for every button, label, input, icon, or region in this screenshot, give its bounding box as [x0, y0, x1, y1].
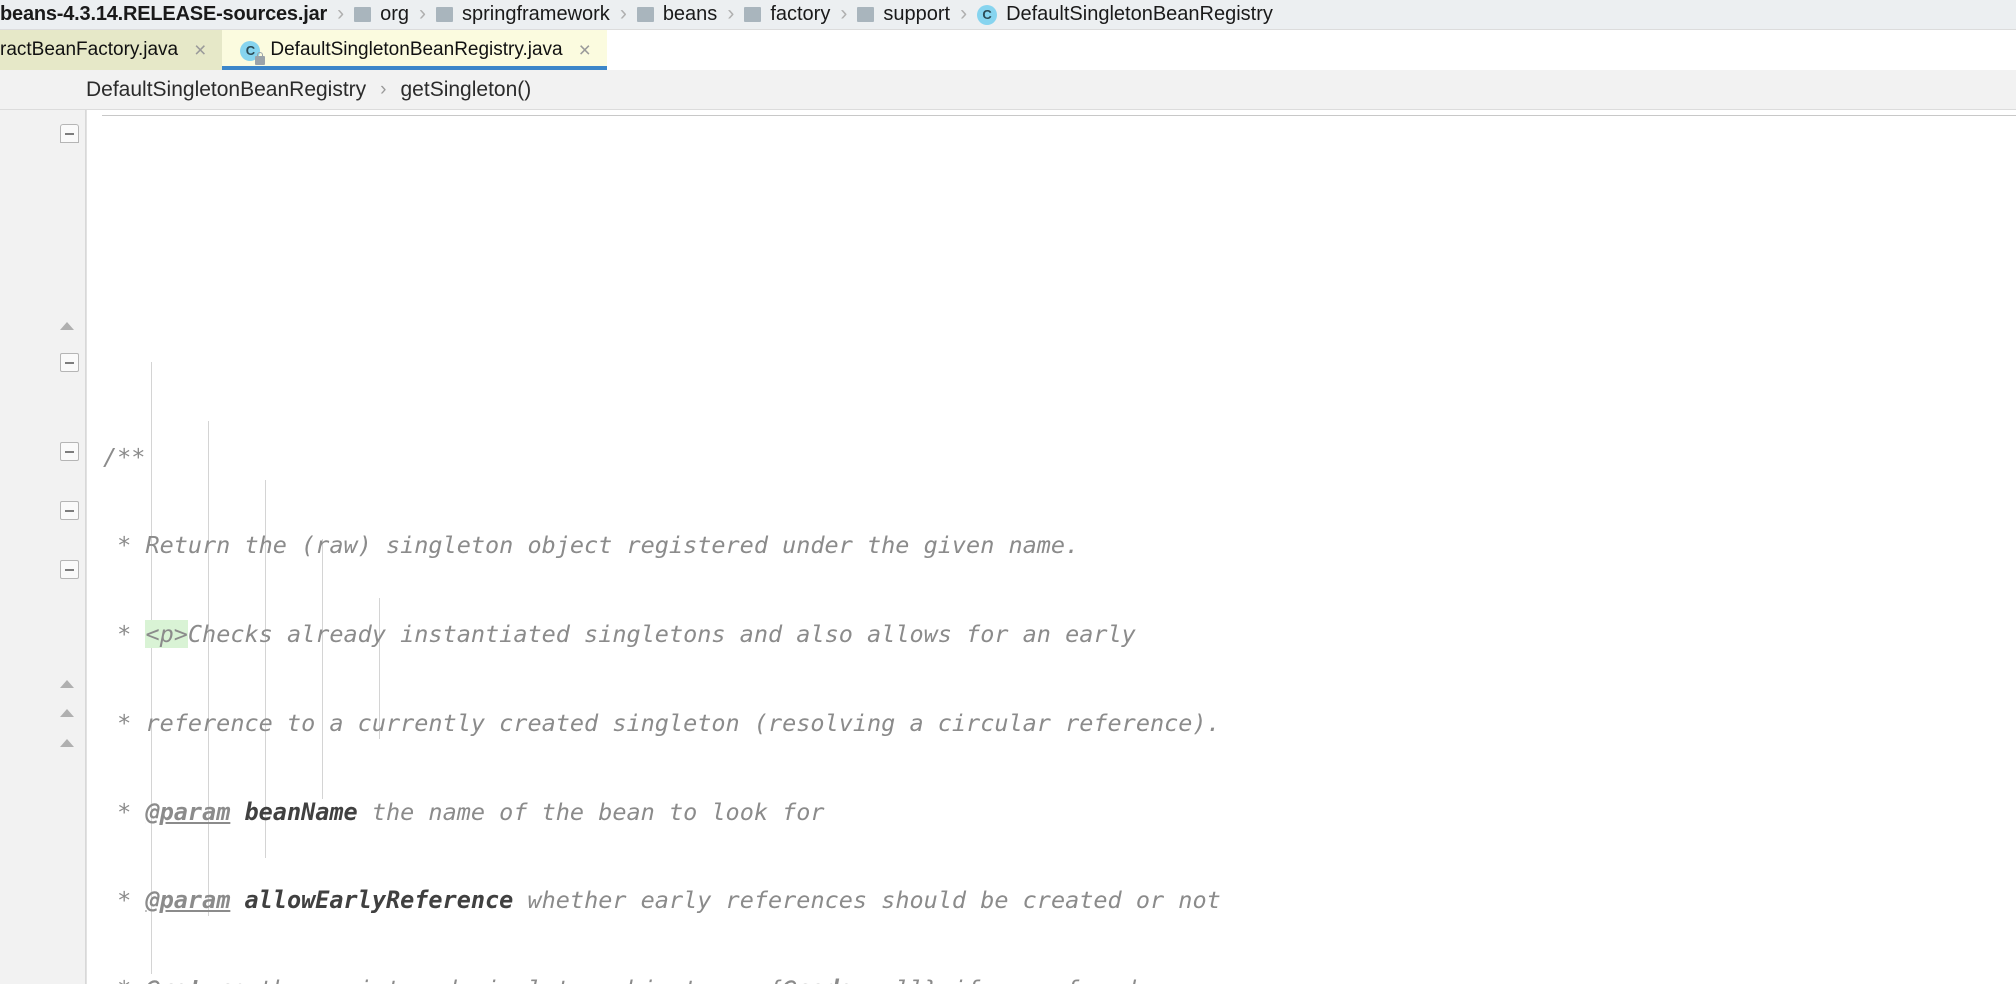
breadcrumb-item-jar[interactable]: beans-4.3.14.RELEASE-sources.jar — [0, 0, 329, 30]
close-icon[interactable]: × — [579, 40, 591, 61]
fold-marker-javadoc[interactable] — [60, 124, 79, 143]
code-line[interactable]: * Return the (raw) singleton object regi… — [86, 531, 2016, 561]
code-line[interactable]: * @return the registered singleton objec… — [86, 975, 2016, 984]
java-class-file-icon: C — [240, 39, 266, 65]
fold-end-synchronized[interactable] — [60, 709, 77, 723]
fold-marker-method[interactable] — [60, 353, 79, 372]
breadcrumb-item-org[interactable]: org — [352, 0, 411, 30]
breadcrumb-separator: › — [960, 1, 968, 25]
package-icon — [744, 7, 762, 22]
breadcrumb-label: factory — [770, 3, 831, 25]
package-icon — [435, 7, 453, 22]
code-line[interactable]: * @param beanName the name of the bean t… — [86, 798, 2016, 828]
package-icon — [636, 7, 654, 22]
class-icon: C — [977, 4, 998, 25]
breadcrumb-separator: › — [727, 1, 735, 25]
fold-marker-inner-if[interactable] — [60, 560, 79, 579]
tab-label: DefaultSingletonBeanRegistry.java — [270, 39, 563, 60]
code-line[interactable]: * reference to a currently created singl… — [86, 709, 2016, 739]
code-line[interactable]: /** — [86, 443, 2016, 473]
breadcrumb-item-factory[interactable]: factory — [742, 0, 832, 30]
editor-gutter[interactable] — [0, 110, 87, 984]
breadcrumb-label: org — [380, 3, 409, 25]
code-editor[interactable]: /** * Return the (raw) singleton object … — [0, 110, 2016, 984]
indent-guide — [322, 539, 323, 799]
fold-end-if[interactable] — [60, 739, 77, 753]
breadcrumb-item-support[interactable]: support — [855, 0, 952, 30]
fold-marker-synchronized[interactable] — [60, 501, 79, 520]
breadcrumb-label: springframework — [461, 3, 610, 25]
tab-label: ractBeanFactory.java — [0, 39, 179, 60]
code-line[interactable]: * @param allowEarlyReference whether ear… — [86, 886, 2016, 916]
breadcrumb-jar-label: beans-4.3.14.RELEASE-sources.jar — [0, 3, 328, 25]
editor-top-separator — [102, 115, 2016, 116]
breadcrumb-label: support — [883, 3, 951, 25]
breadcrumb: beans-4.3.14.RELEASE-sources.jar › org ›… — [0, 0, 2016, 30]
breadcrumb-separator: › — [418, 1, 426, 25]
navbar-class-name[interactable]: DefaultSingletonBeanRegistry — [86, 78, 366, 102]
code-line[interactable]: * <p>Checks already instantiated singlet… — [86, 620, 2016, 650]
package-icon — [354, 7, 372, 22]
breadcrumb-separator: › — [337, 1, 345, 25]
breadcrumb-item-beans[interactable]: beans — [635, 0, 720, 30]
editor-tab-abstractbeanfactory[interactable]: ractBeanFactory.java × — [0, 30, 223, 70]
ide-window: beans-4.3.14.RELEASE-sources.jar › org ›… — [0, 0, 2016, 984]
breadcrumb-separator: › — [619, 1, 627, 25]
breadcrumb-label: DefaultSingletonBeanRegistry — [1006, 3, 1273, 25]
breadcrumb-label: beans — [662, 3, 718, 25]
navbar-member-name[interactable]: getSingleton() — [401, 78, 532, 102]
close-icon[interactable]: × — [194, 40, 206, 61]
editor-tab-strip: ractBeanFactory.java × C DefaultSingleto… — [0, 30, 2016, 70]
member-navigation-bar: DefaultSingletonBeanRegistry › getSingle… — [0, 70, 2016, 110]
breadcrumb-item-springframework[interactable]: springframework — [434, 0, 612, 30]
fold-end-inner-if[interactable] — [60, 680, 77, 694]
indent-guide — [208, 421, 209, 916]
editor-tab-defaultsingletonbeanregistry[interactable]: C DefaultSingletonBeanRegistry.java × — [222, 30, 608, 70]
breadcrumb-item-class[interactable]: C DefaultSingletonBeanRegistry — [975, 0, 1275, 30]
breadcrumb-separator: › — [840, 1, 848, 25]
lock-icon — [255, 52, 266, 65]
code-content[interactable]: /** * Return the (raw) singleton object … — [86, 110, 2016, 984]
navbar-separator: › — [380, 78, 387, 100]
package-icon — [857, 7, 875, 22]
fold-end-javadoc[interactable] — [60, 322, 77, 336]
fold-marker-if[interactable] — [60, 442, 79, 461]
